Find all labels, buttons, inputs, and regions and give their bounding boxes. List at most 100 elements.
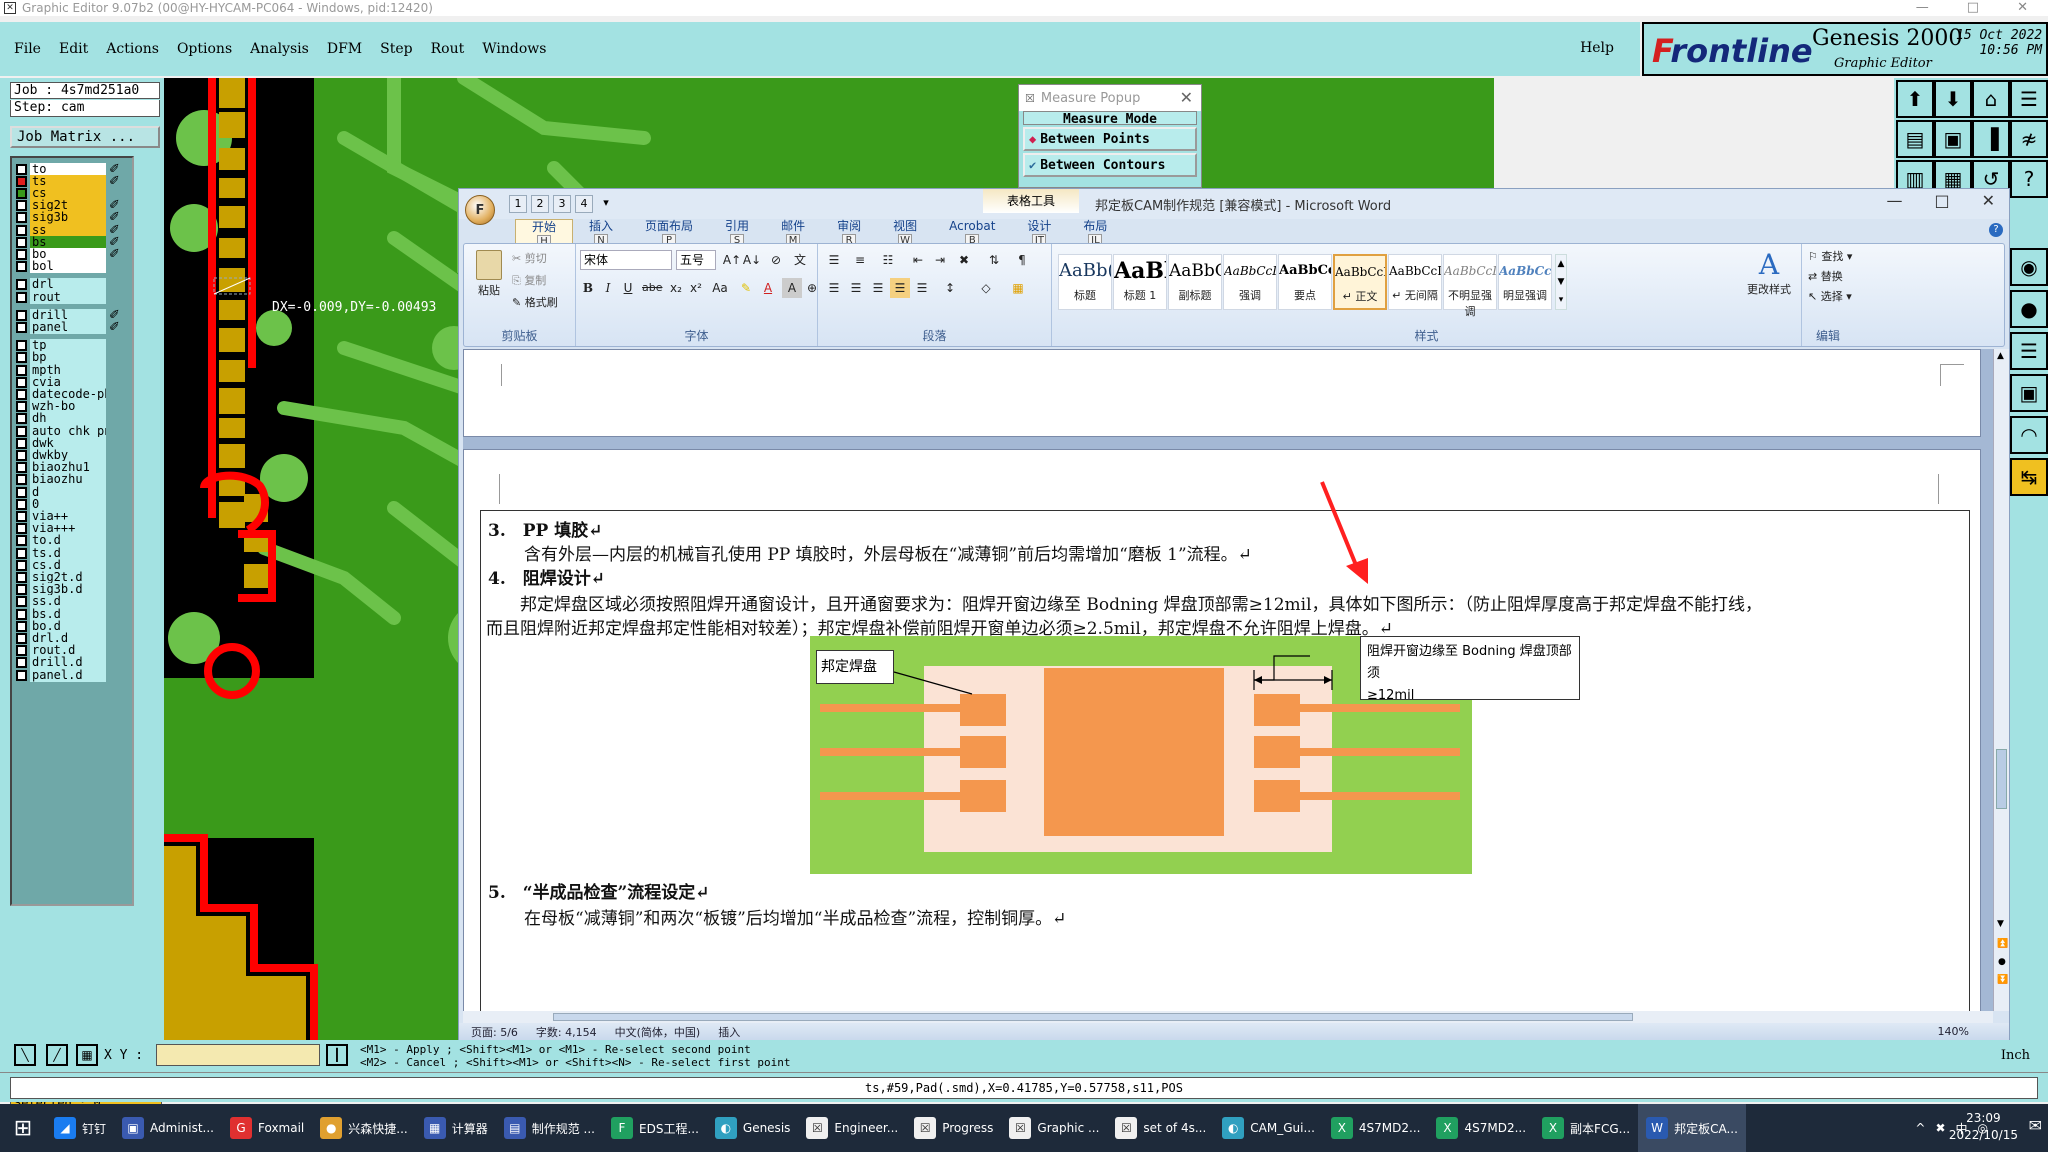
- select-button[interactable]: ↖ 选择 ▾: [1808, 288, 1852, 304]
- layer-checkbox[interactable]: [16, 279, 27, 291]
- layer-checkbox[interactable]: [16, 309, 27, 321]
- superscript-icon[interactable]: x²: [686, 278, 706, 298]
- taskbar-item[interactable]: ◐ Genesis: [707, 1104, 799, 1152]
- page-count[interactable]: 页面: 5/6: [471, 1024, 518, 1040]
- taskbar-item[interactable]: F EDS工程...: [603, 1104, 707, 1152]
- layer-row-panel[interactable]: panel ✐: [16, 320, 120, 335]
- taskbar-item[interactable]: ☒ Progress: [906, 1104, 1001, 1152]
- font-color-icon[interactable]: A: [758, 278, 778, 298]
- increase-indent-icon[interactable]: ⇥: [930, 250, 950, 270]
- taskbar-item[interactable]: G Foxmail: [222, 1104, 312, 1152]
- tray-app-icon[interactable]: ✖: [1935, 1121, 1945, 1135]
- word-count[interactable]: 字数: 4,154: [536, 1024, 597, 1040]
- change-case-icon[interactable]: Aa: [710, 278, 730, 298]
- layer-checkbox[interactable]: [16, 224, 27, 236]
- tool-list-icon[interactable]: ☰: [2010, 80, 2048, 118]
- taskbar-item[interactable]: ☒ Graphic ...: [1001, 1104, 1107, 1152]
- tab-2[interactable]: 页面布局 P: [629, 219, 709, 248]
- taskbar-item[interactable]: ◢ 钉钉: [46, 1104, 114, 1152]
- menu-file[interactable]: File: [14, 41, 41, 57]
- copy-button[interactable]: ⎘ 复制: [512, 272, 546, 288]
- layer-checkbox[interactable]: [16, 376, 27, 388]
- browse-object-icon[interactable]: ●: [1998, 957, 2006, 967]
- style-card[interactable]: AaBbCcD 要点: [1278, 254, 1332, 310]
- line-spacing-icon[interactable]: ↕: [940, 278, 960, 298]
- zoom-level[interactable]: 140%: [1938, 1025, 1969, 1038]
- layer-checkbox[interactable]: [16, 413, 27, 425]
- layer-checkbox[interactable]: [16, 163, 27, 175]
- horizontal-scrollbar[interactable]: [463, 1011, 1993, 1023]
- tool-wave-icon[interactable]: ≉: [2010, 120, 2048, 158]
- tab-7[interactable]: Acrobat B: [933, 219, 1011, 248]
- between-contours-option[interactable]: ✔ Between Contours: [1023, 153, 1197, 177]
- tool-zoom-icon[interactable]: ▣: [1934, 120, 1972, 158]
- layer-checkbox[interactable]: [16, 547, 27, 559]
- highlight-icon[interactable]: ✎: [736, 278, 756, 298]
- layer-checkbox[interactable]: [16, 321, 27, 333]
- format-painter-button[interactable]: ✎ 格式刷: [512, 294, 558, 310]
- select-tool-icon[interactable]: ╲: [14, 1044, 36, 1066]
- taskbar-item[interactable]: W 邦定板CA...: [1638, 1104, 1746, 1152]
- layer-name[interactable]: panel: [30, 320, 106, 334]
- layer-checkbox[interactable]: [16, 437, 27, 449]
- layer-checkbox[interactable]: [16, 620, 27, 632]
- genesis-minimize-button[interactable]: —: [1916, 0, 1929, 15]
- subscript-icon[interactable]: x₂: [666, 278, 686, 298]
- style-card[interactable]: AaBl 标题 1: [1113, 254, 1167, 310]
- tool-arc-icon[interactable]: ◠: [2010, 416, 2048, 454]
- layer-row-bol[interactable]: bol: [16, 260, 106, 274]
- sort-icon[interactable]: ⇅: [984, 250, 1004, 270]
- genesis-maximize-button[interactable]: □: [1967, 0, 1979, 15]
- align-center-icon[interactable]: ☰: [846, 278, 866, 298]
- pause-icon[interactable]: ┃: [326, 1044, 348, 1066]
- style-card[interactable]: AaBbCcDc ↵ 正文: [1333, 254, 1387, 310]
- style-card[interactable]: AaBbC 副标题: [1168, 254, 1222, 310]
- grid-tool-icon[interactable]: ▦: [76, 1044, 98, 1066]
- style-card[interactable]: AaBbCcDc 明显强调: [1498, 254, 1552, 310]
- style-card[interactable]: AaBb(标题: [1058, 254, 1112, 310]
- shading-icon[interactable]: ◇: [976, 278, 996, 298]
- layer-checkbox[interactable]: [16, 401, 27, 413]
- tool-red-pad-icon[interactable]: ●: [2010, 290, 2048, 328]
- layer-checkbox[interactable]: [16, 340, 27, 352]
- tab-8[interactable]: 设计 JT: [1011, 219, 1067, 248]
- qat-redo-button[interactable]: 3: [553, 195, 571, 213]
- decrease-indent-icon[interactable]: ⇤: [908, 250, 928, 270]
- scroll-down-arrow-icon[interactable]: ▼: [1997, 919, 2004, 929]
- qat-customize-icon[interactable]: ▾: [597, 195, 615, 213]
- hscroll-thumb[interactable]: [553, 1013, 1633, 1021]
- layer-checkbox[interactable]: [16, 187, 27, 199]
- taskbar-item[interactable]: ▣ Administ...: [114, 1104, 222, 1152]
- layer-name[interactable]: panel.d: [30, 668, 106, 682]
- layer-checkbox[interactable]: [16, 632, 27, 644]
- layer-checkbox[interactable]: [16, 571, 27, 583]
- menu-windows[interactable]: Windows: [482, 41, 546, 57]
- layer-checkbox[interactable]: [16, 425, 27, 437]
- tab-5[interactable]: 审阅 R: [821, 219, 877, 248]
- layer-checkbox[interactable]: [16, 291, 27, 303]
- layer-checkbox[interactable]: [16, 645, 27, 657]
- tool-layer-up-icon[interactable]: ⬆: [1896, 80, 1934, 118]
- layer-checkbox[interactable]: [16, 212, 27, 224]
- layer-checkbox[interactable]: [16, 669, 27, 681]
- notification-icon[interactable]: ✉: [2029, 1116, 2042, 1135]
- show-marks-icon[interactable]: ¶: [1012, 250, 1032, 270]
- layer-checkbox[interactable]: [16, 462, 27, 474]
- tool-split-icon[interactable]: ▐: [1972, 120, 2010, 158]
- tool-panel-icon[interactable]: ▤: [1896, 120, 1934, 158]
- tab-9[interactable]: 布局 JL: [1067, 219, 1123, 248]
- borders-icon[interactable]: ▦: [1008, 278, 1028, 298]
- next-page-icon[interactable]: ⏬: [1997, 975, 2008, 985]
- italic-icon[interactable]: I: [598, 278, 618, 298]
- genesis-close-button[interactable]: ✕: [2017, 0, 2028, 15]
- taskbar-item[interactable]: X 4S7MD2...: [1428, 1104, 1534, 1152]
- taskbar-item[interactable]: X 4S7MD2...: [1323, 1104, 1429, 1152]
- layer-checkbox[interactable]: [16, 236, 27, 248]
- layer-checkbox[interactable]: [16, 200, 27, 212]
- menu-analysis[interactable]: Analysis: [250, 41, 309, 57]
- layer-name[interactable]: bol: [30, 260, 106, 274]
- shrink-font-icon[interactable]: A↓: [742, 250, 762, 270]
- layer-checkbox[interactable]: [16, 261, 27, 273]
- change-styles-button[interactable]: A 更改样式: [1742, 248, 1796, 297]
- scroll-up-arrow-icon[interactable]: ▲: [1997, 351, 2004, 361]
